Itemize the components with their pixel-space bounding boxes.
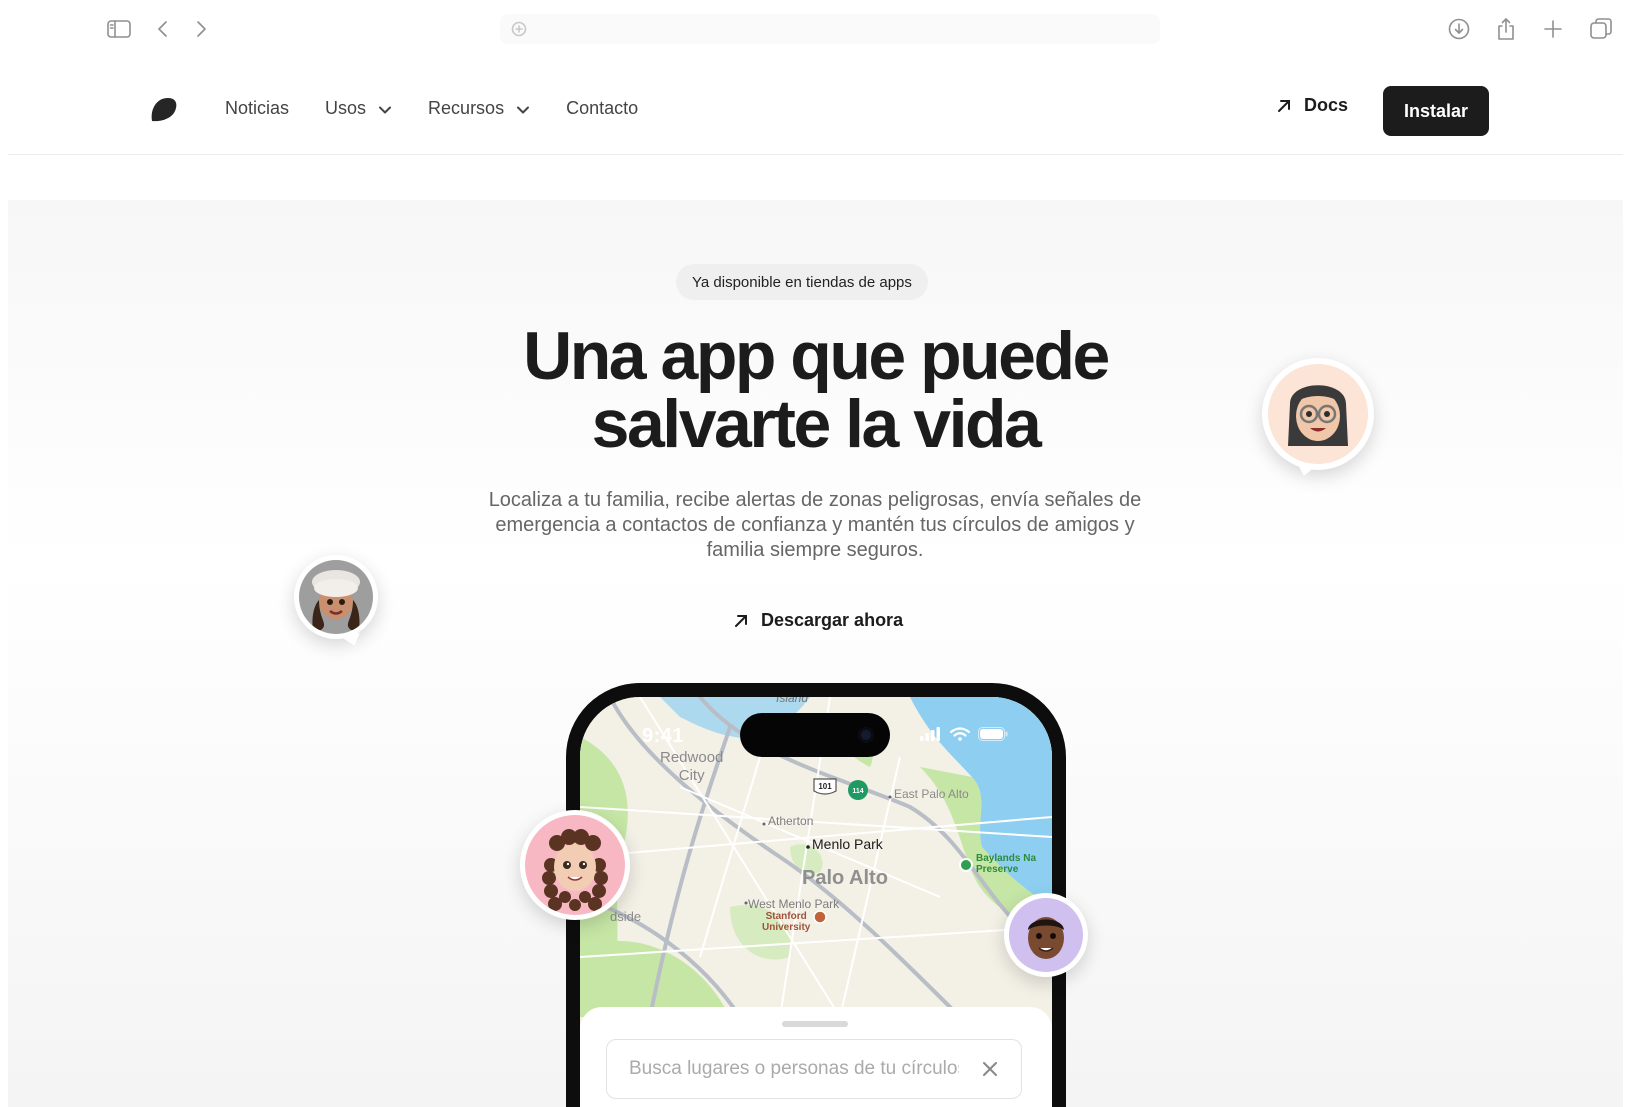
avatar-bubble — [520, 810, 630, 920]
map-label-west-menlo-park: West Menlo Park — [748, 897, 840, 911]
search-field[interactable] — [606, 1039, 1022, 1099]
status-time: 9:41 — [642, 725, 685, 747]
arrow-up-right-icon — [733, 613, 749, 629]
avatar-bubble — [1004, 893, 1088, 977]
bottom-sheet — [580, 1007, 1052, 1107]
nav-item-recursos[interactable]: Recursos — [428, 98, 530, 119]
map-label-palo-alto: Palo Alto — [802, 867, 888, 889]
main-nav: Noticias Usos Recursos Contacto — [225, 94, 674, 122]
route-114-label: 114 — [852, 788, 863, 795]
battery-icon — [978, 727, 1008, 746]
hero-headline: Una app que puede salvarte la vida — [0, 322, 1631, 458]
sheet-grabber[interactable] — [782, 1021, 848, 1027]
share-icon[interactable] — [1493, 16, 1519, 42]
headline-line-2: salvarte la vida — [591, 386, 1042, 462]
phone-mockup: 101 114 Island Redwood City East Palo Alt… — [566, 683, 1066, 1107]
address-bar[interactable] — [500, 14, 1160, 44]
route-114-shield: 114 — [848, 780, 868, 800]
browser-toolbar — [0, 0, 1631, 58]
map-label-stanford: Stanford University — [762, 911, 811, 933]
tabs-overview-icon[interactable] — [1588, 16, 1614, 42]
close-icon[interactable] — [981, 1060, 999, 1078]
new-tab-icon[interactable] — [1540, 16, 1566, 42]
back-icon[interactable] — [150, 16, 176, 42]
nav-item-label: Contacto — [566, 97, 639, 118]
cellular-signal-icon — [920, 727, 942, 746]
map-label-atherton: Atherton — [768, 814, 814, 828]
university-pin-icon[interactable] — [813, 910, 827, 924]
chevron-down-icon — [378, 101, 392, 115]
wifi-icon — [949, 727, 971, 746]
map-label-redwood-city: Redwood City — [660, 749, 724, 784]
cta-label: Descargar ahora — [761, 610, 904, 630]
nav-item-label: Usos — [325, 97, 367, 118]
download-now-link[interactable]: Descargar ahora — [733, 610, 903, 631]
sidebar-icon[interactable] — [106, 16, 132, 42]
brand-logo[interactable] — [148, 94, 178, 124]
download-icon[interactable] — [1446, 16, 1472, 42]
avatar — [525, 815, 625, 915]
map-label-island: Island — [776, 697, 809, 705]
docs-link[interactable]: Docs — [1276, 95, 1348, 116]
dynamic-island — [740, 713, 890, 757]
map-label-menlo-park: Menlo Park — [812, 836, 883, 852]
nav-item-contacto[interactable]: Contacto — [566, 98, 638, 119]
map-label-baylands: Baylands Na Preserve — [976, 853, 1037, 875]
search-input[interactable] — [629, 1058, 959, 1080]
hero-subtitle: Localiza a tu familia, recibe alertas de… — [488, 489, 1142, 561]
avatar-bubble — [1262, 358, 1374, 478]
headline-line-1: Una app que puede — [523, 318, 1110, 394]
chevron-down-icon — [516, 101, 530, 115]
park-pin-icon[interactable] — [959, 858, 973, 872]
docs-label: Docs — [1304, 95, 1349, 115]
nav-item-label: Noticias — [225, 97, 290, 118]
forward-icon[interactable] — [188, 16, 214, 42]
nav-item-usos[interactable]: Usos — [325, 98, 392, 119]
nav-item-noticias[interactable]: Noticias — [225, 98, 289, 119]
install-button[interactable]: Instalar — [1383, 86, 1489, 136]
route-101-label: 101 — [818, 782, 832, 791]
map-label-woodside: dside — [610, 909, 642, 924]
avatar — [299, 560, 373, 634]
avatar — [1268, 364, 1368, 464]
route-101-shield: 101 — [813, 778, 837, 795]
site-header: Noticias Usos Recursos Contacto Docs Ins… — [8, 58, 1623, 155]
site-settings-icon[interactable] — [506, 16, 532, 42]
avatar-bubble — [294, 555, 378, 649]
avatar — [1009, 898, 1083, 972]
nav-item-label: Recursos — [428, 97, 505, 118]
availability-badge: Ya disponible en tiendas de apps — [676, 264, 928, 300]
phone-screen: 101 114 Island Redwood City East Palo Alt… — [580, 697, 1052, 1107]
arrow-up-right-icon — [1276, 98, 1292, 114]
map-label-east-palo-alto: East Palo Alto — [894, 787, 969, 801]
status-icons — [920, 727, 1008, 746]
